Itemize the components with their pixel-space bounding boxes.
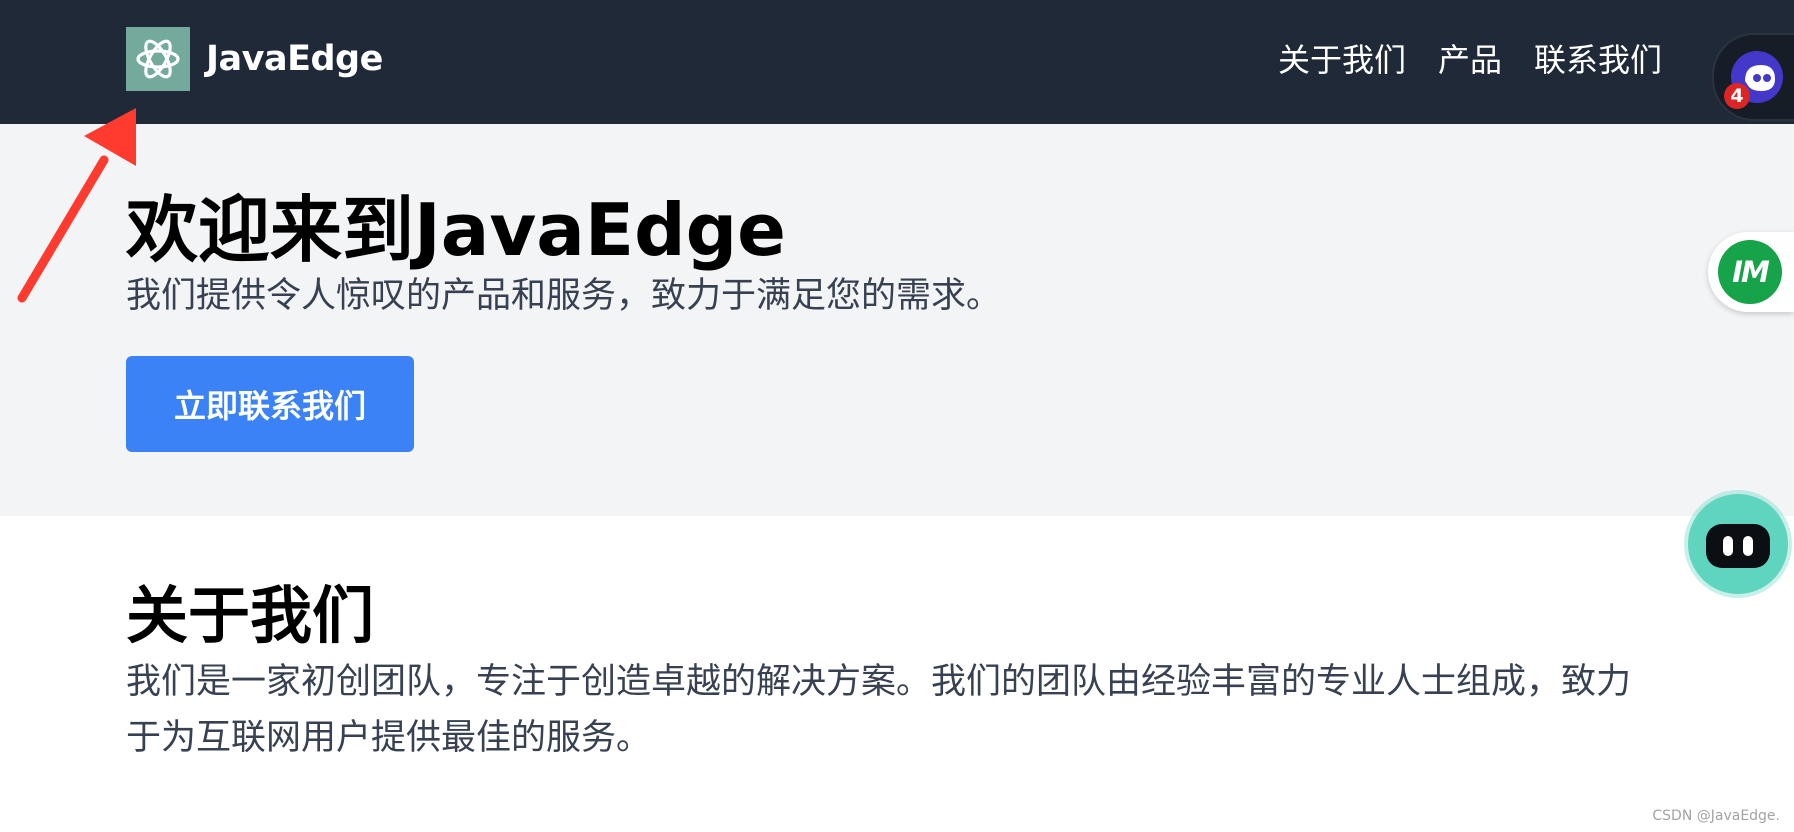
robot-icon	[1706, 524, 1770, 568]
floating-im-widget[interactable]: IM	[1708, 232, 1794, 312]
nav-link-products[interactable]: 产品	[1438, 38, 1502, 82]
logo[interactable]	[126, 27, 190, 91]
im-icon: IM	[1718, 240, 1782, 304]
main-nav: 关于我们 产品 联系我们	[1278, 38, 1662, 82]
nav-link-contact[interactable]: 联系我们	[1534, 38, 1662, 82]
about-text: 我们是一家初创团队，专注于创造卓越的解决方案。我们的团队由经验丰富的专业人士组成…	[126, 662, 1632, 758]
watermark: CSDN @JavaEdge.	[1652, 808, 1780, 824]
contact-us-button[interactable]: 立即联系我们	[126, 356, 414, 452]
robot-eye-left	[1723, 536, 1733, 556]
openai-knot-icon	[136, 39, 180, 79]
nav-link-about[interactable]: 关于我们	[1278, 38, 1406, 82]
hero-subtitle: 我们提供令人惊叹的产品和服务，致力于满足您的需求。	[126, 276, 1002, 316]
brand-name[interactable]: JavaEdge	[206, 37, 383, 81]
hero-section: 欢迎来到JavaEdge 我们提供令人惊叹的产品和服务，致力于满足您的需求。 立…	[0, 124, 1794, 516]
notification-badge: 4	[1724, 83, 1750, 109]
hero-title: 欢迎来到JavaEdge	[126, 188, 786, 272]
robot-eye-right	[1743, 536, 1753, 556]
floating-chat-widget[interactable]: 4	[1712, 33, 1794, 121]
floating-bot-widget[interactable]	[1688, 494, 1788, 594]
about-title: 关于我们	[126, 579, 375, 652]
site-header: JavaEdge 关于我们 产品 联系我们 4	[0, 0, 1794, 124]
